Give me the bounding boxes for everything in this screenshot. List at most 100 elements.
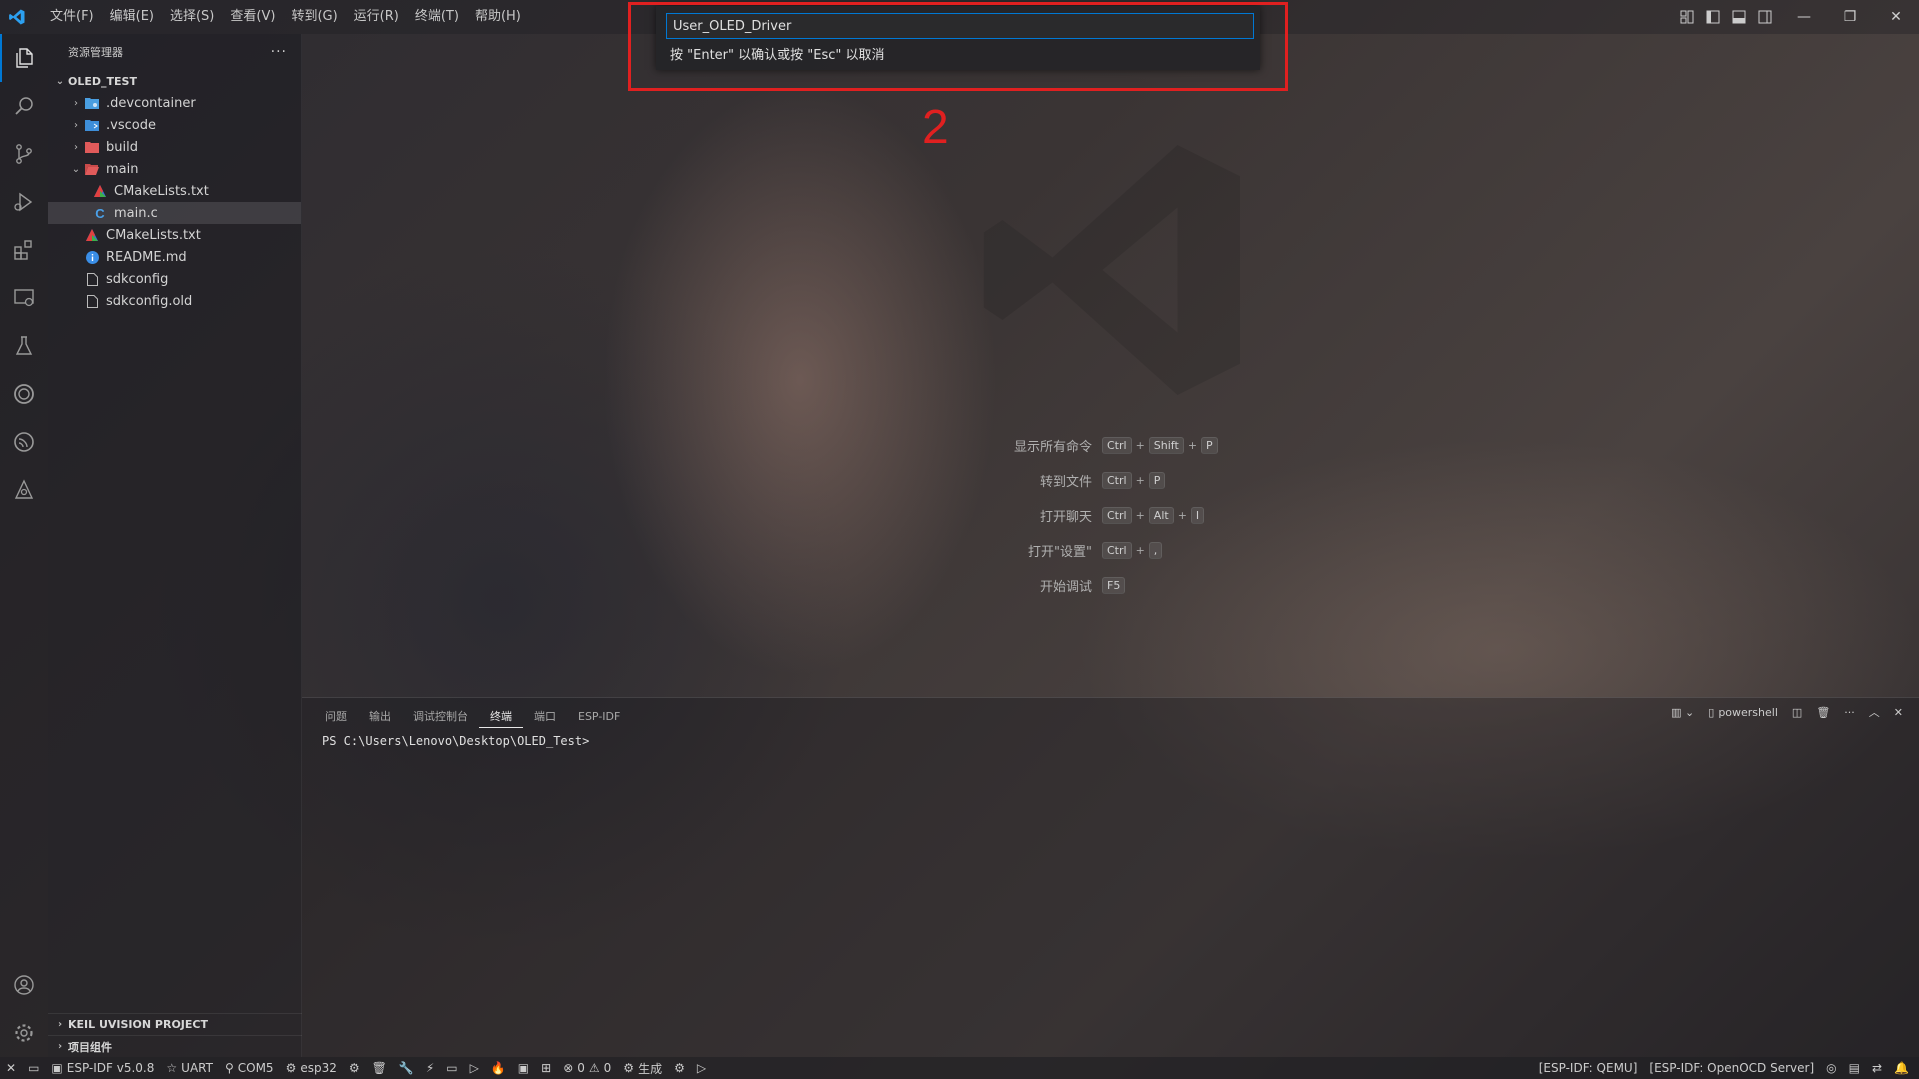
tree-item-devcontainer[interactable]: › .devcontainer (48, 92, 301, 114)
tree-item-vscode[interactable]: › .vscode (48, 114, 301, 136)
debug-gear-icon[interactable]: ⚙ (668, 1057, 691, 1079)
tab-terminal[interactable]: 终端 (479, 706, 523, 728)
kill-terminal-icon[interactable]: 🗑 (1816, 706, 1830, 719)
live-share-icon[interactable]: ⇄ (1866, 1057, 1888, 1079)
chevron-right-icon: › (57, 1041, 63, 1052)
flash-method-item[interactable]: ☆ UART (160, 1057, 219, 1079)
explorer-icon[interactable] (0, 34, 48, 82)
serial-port-item[interactable]: ⚲ COM5 (219, 1057, 280, 1079)
restore-icon[interactable]: ❐ (1827, 0, 1873, 34)
close-panel-icon[interactable]: ✕ (1894, 706, 1903, 719)
menu-file[interactable]: 文件(F) (42, 0, 102, 34)
build-flash-monitor-icon[interactable]: 🔥 (485, 1057, 512, 1079)
run-debug-icon[interactable] (0, 178, 48, 226)
bottom-panel: 问题 输出 调试控制台 终端 端口 ESP-IDF ▥ ⌄ ▯ powershe… (302, 697, 1919, 1057)
minimize-icon[interactable]: — (1781, 0, 1827, 34)
sdk-config-icon[interactable]: ⚙ (343, 1057, 366, 1079)
build-wrench-icon[interactable]: 🔧 (393, 1057, 420, 1079)
menu-terminal[interactable]: 终端(T) (407, 0, 467, 34)
key: P (1148, 472, 1166, 489)
toggle-primary-sidebar-icon[interactable] (1704, 8, 1722, 26)
more-actions-icon[interactable]: ··· (1844, 706, 1855, 719)
section-keil-project[interactable]: › KEIL UVISION PROJECT (48, 1013, 302, 1035)
tree-item-main-folder[interactable]: ⌄ main (48, 158, 301, 180)
extensions-icon[interactable] (0, 226, 48, 274)
tree-item-main-cmakelists[interactable]: CMakeLists.txt (48, 180, 301, 202)
terminal-name: powershell (1718, 705, 1778, 719)
tab-ports[interactable]: 端口 (523, 706, 567, 728)
idf-version-item[interactable]: ▣ ESP-IDF v5.0.8 (45, 1057, 160, 1079)
customize-layout-icon[interactable] (1678, 8, 1696, 26)
workspace-root[interactable]: ⌄ OLED_TEST (48, 70, 301, 92)
toggle-secondary-sidebar-icon[interactable] (1756, 8, 1774, 26)
chevron-down-icon: ⌄ (71, 163, 81, 175)
menu-selection[interactable]: 选择(S) (162, 0, 222, 34)
openocd-item[interactable]: [ESP-IDF: OpenOCD Server] (1643, 1057, 1820, 1079)
close-window-icon[interactable]: ✕ (1873, 0, 1919, 34)
tree-item-sdkconfig-old[interactable]: sdkconfig.old (48, 290, 301, 312)
esp-idf-icon[interactable] (0, 418, 48, 466)
tab-esp-idf[interactable]: ESP-IDF (567, 706, 631, 728)
manage-gear-icon[interactable] (0, 1009, 48, 1057)
copilot-status-icon[interactable]: ◎ (1820, 1057, 1842, 1079)
menu-edit[interactable]: 编辑(E) (102, 0, 162, 34)
key: Ctrl (1102, 507, 1132, 524)
tree-item-root-cmakelists[interactable]: CMakeLists.txt (48, 224, 301, 246)
copilot-icon[interactable] (0, 370, 48, 418)
full-clean-icon[interactable]: 🗑 (366, 1057, 393, 1079)
tree-item-build[interactable]: › build (48, 136, 301, 158)
key: Ctrl (1102, 542, 1132, 559)
tab-problems[interactable]: 问题 (314, 706, 358, 728)
idf-folder-icon[interactable]: ▭ (22, 1057, 45, 1079)
layout-controls (1678, 0, 1774, 34)
target-item[interactable]: ⚙ esp32 (280, 1057, 343, 1079)
qemu-item[interactable]: [ESP-IDF: QEMU] (1533, 1057, 1644, 1079)
build-item[interactable]: ⚙ 生成 (617, 1057, 668, 1079)
tab-debug-console[interactable]: 调试控制台 (402, 706, 479, 728)
maximize-panel-icon[interactable]: ︿ (1869, 704, 1880, 720)
menu-help[interactable]: 帮助(H) (467, 0, 529, 34)
monitor-icon[interactable]: ▭ (440, 1057, 463, 1079)
debug-icon[interactable]: ▷ (464, 1057, 485, 1079)
custom-task-icon[interactable]: ⊞ (535, 1057, 557, 1079)
platformio-icon[interactable] (0, 466, 48, 514)
search-icon[interactable] (0, 82, 48, 130)
remote-indicator-icon[interactable]: ✕ (0, 1057, 22, 1079)
menu-run[interactable]: 运行(R) (346, 0, 407, 34)
gear-icon: ⚙ (623, 1061, 635, 1075)
split-terminal-icon[interactable]: ◫ (1792, 706, 1802, 719)
shortcut-start-debugging: 开始调试 F5 (990, 568, 1218, 603)
plug-icon: ⚲ (224, 1061, 234, 1075)
menu-go[interactable]: 转到(G) (283, 0, 345, 34)
chevron-right-icon: › (57, 1019, 63, 1030)
section-project-components[interactable]: › 项目组件 (48, 1035, 302, 1057)
tree-item-readme[interactable]: README.md (48, 246, 301, 268)
testing-icon[interactable] (0, 322, 48, 370)
problems-item[interactable]: ⊗ 0 ⚠ 0 (557, 1057, 617, 1079)
terminal-prompt[interactable]: PS C:\Users\Lenovo\Desktop\OLED_Test> (322, 734, 589, 748)
toggle-panel-icon[interactable] (1730, 8, 1748, 26)
terminal-instance[interactable]: ▯ powershell (1708, 706, 1778, 719)
tree-item-sdkconfig[interactable]: sdkconfig (48, 268, 301, 290)
menu-view[interactable]: 查看(V) (222, 0, 283, 34)
source-control-icon[interactable] (0, 130, 48, 178)
accounts-icon[interactable] (0, 961, 48, 1009)
star-icon: ☆ (166, 1061, 178, 1075)
shortcut-show-commands: 显示所有命令 Ctrl + Shift + P (990, 428, 1218, 463)
key: , (1148, 542, 1163, 559)
terminal-open-icon[interactable]: ▣ (512, 1057, 535, 1079)
remote-explorer-icon[interactable] (0, 274, 48, 322)
shortcut-go-to-file: 转到文件 Ctrl + P (990, 463, 1218, 498)
new-terminal-dropdown-icon[interactable]: ▥ ⌄ (1671, 706, 1694, 719)
tree-item-main-c[interactable]: C main.c (48, 202, 301, 224)
more-actions-icon[interactable]: ··· (271, 44, 287, 60)
flash-icon[interactable]: ⚡ (420, 1057, 440, 1079)
key: F5 (1102, 577, 1126, 594)
vscode-logo-icon (0, 0, 34, 34)
info-icon (84, 249, 100, 265)
file-status-icon[interactable]: ▤ (1843, 1057, 1866, 1079)
run-icon[interactable]: ▷ (691, 1057, 712, 1079)
key: Ctrl (1102, 472, 1132, 489)
tab-output[interactable]: 输出 (358, 706, 402, 728)
notifications-bell-icon[interactable]: 🔔 (1888, 1057, 1915, 1079)
